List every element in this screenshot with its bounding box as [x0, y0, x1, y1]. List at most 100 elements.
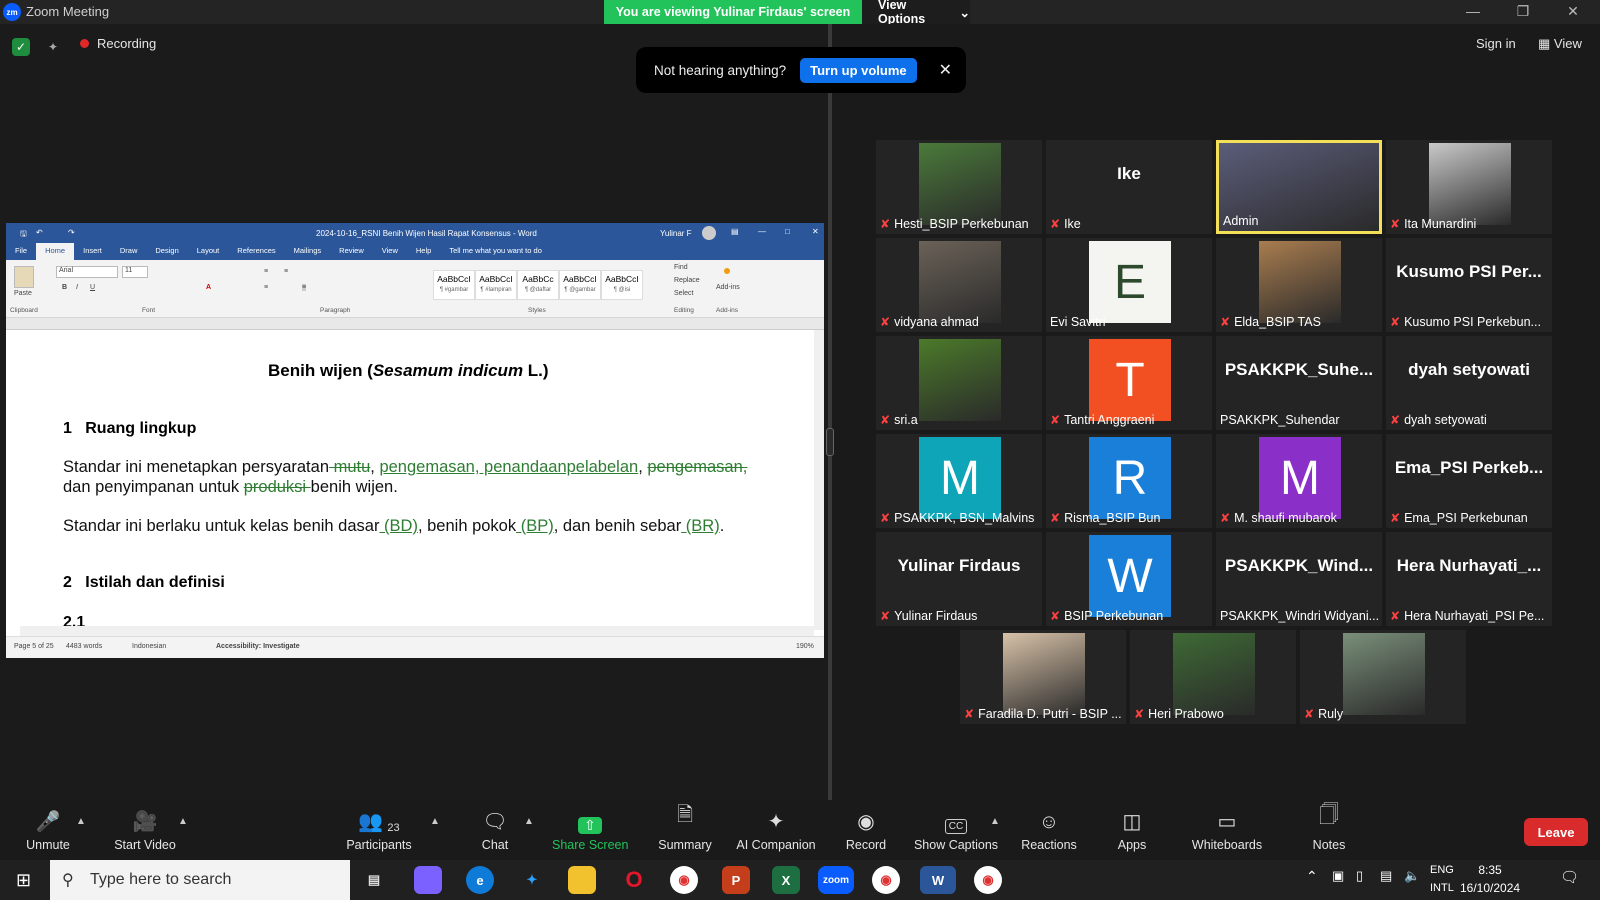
- style-isi[interactable]: AaBbCcI ¶ @isi: [601, 270, 643, 300]
- whiteboards-button[interactable]: ▭ Whiteboards: [1190, 808, 1264, 852]
- split-divider[interactable]: [828, 24, 832, 800]
- font-size-field[interactable]: 11: [122, 266, 148, 278]
- summary-button[interactable]: 🗎 Summary: [656, 804, 714, 852]
- leave-button[interactable]: Leave: [1524, 818, 1588, 846]
- notifications-icon[interactable]: 🗨: [1560, 868, 1579, 886]
- participant-tile[interactable]: Ike ✘ Ike: [1046, 140, 1212, 234]
- page-count[interactable]: Page 5 of 25: [14, 643, 54, 650]
- word-minimize-icon[interactable]: —: [758, 227, 766, 236]
- horizontal-scrollbar[interactable]: [20, 626, 814, 636]
- apps-button[interactable]: ◫ Apps: [1114, 808, 1150, 852]
- word-user-name[interactable]: Yulinar F: [660, 229, 692, 238]
- participant-tile[interactable]: M ✘ PSAKKPK, BSN_Malvins: [876, 434, 1042, 528]
- language-status[interactable]: Indonesian: [132, 643, 166, 650]
- chat-button[interactable]: 🗨 Chat: [480, 808, 510, 852]
- close-toast-icon[interactable]: ✕: [939, 60, 952, 80]
- minimize-icon[interactable]: —: [1463, 3, 1483, 19]
- chrome-icon-2[interactable]: ◉: [872, 866, 900, 894]
- notes-button[interactable]: 🗍 Notes: [1310, 804, 1348, 852]
- participant-tile[interactable]: ✘ Heri Prabowo: [1130, 630, 1296, 724]
- style-lampiran[interactable]: AaBbCcI ¶ #lampiran: [475, 270, 517, 300]
- participant-tile[interactable]: M ✘ M. shaufi mubarok: [1216, 434, 1382, 528]
- horizontal-ruler[interactable]: [6, 318, 824, 330]
- participant-tile[interactable]: R ✘ Risma_BSIP Bun: [1046, 434, 1212, 528]
- redo-icon[interactable]: ↷: [68, 228, 75, 237]
- feather-app-icon[interactable]: ✦: [518, 866, 546, 894]
- camera-tray-icon[interactable]: ▣: [1332, 868, 1344, 884]
- word-user-avatar[interactable]: [702, 226, 716, 240]
- recording-indicator[interactable]: Recording: [80, 36, 156, 51]
- italic-button[interactable]: I: [76, 284, 78, 291]
- captions-caret-icon[interactable]: ▲: [990, 816, 1000, 827]
- ai-companion-button[interactable]: ✦ AI Companion: [734, 808, 818, 852]
- word-count[interactable]: 4483 words: [66, 643, 102, 650]
- numbering-icon[interactable]: ≡: [284, 268, 288, 275]
- opera-icon[interactable]: O: [620, 866, 648, 894]
- split-handle[interactable]: [826, 428, 834, 456]
- tray-chevron-icon[interactable]: ⌃: [1306, 868, 1318, 885]
- paste-icon[interactable]: [14, 266, 34, 288]
- addins-icon[interactable]: [724, 268, 730, 274]
- tab-view[interactable]: View: [373, 243, 407, 260]
- chrome-icon-1[interactable]: ◉: [670, 866, 698, 894]
- tab-layout[interactable]: Layout: [188, 243, 229, 260]
- share-screen-button[interactable]: ⇧ Share Screen: [552, 808, 628, 852]
- powerpoint-icon[interactable]: P: [722, 866, 750, 894]
- word-close-icon[interactable]: ✕: [812, 227, 819, 236]
- replace-button[interactable]: Replace: [674, 277, 700, 284]
- tab-mailings[interactable]: Mailings: [285, 243, 331, 260]
- volume-icon[interactable]: 🔈: [1404, 868, 1420, 884]
- input-language[interactable]: ENG INTL: [1430, 861, 1454, 897]
- accessibility-status[interactable]: Accessibility: Investigate: [216, 643, 300, 650]
- tab-review[interactable]: Review: [330, 243, 373, 260]
- network-icon[interactable]: ▤: [1380, 868, 1392, 884]
- bullets-icon[interactable]: ≡: [264, 268, 268, 275]
- excel-icon[interactable]: X: [772, 866, 800, 894]
- vertical-scrollbar[interactable]: [814, 330, 824, 630]
- tab-references[interactable]: References: [228, 243, 284, 260]
- participant-tile[interactable]: Ema_PSI Perkeb... ✘ Ema_PSI Perkebunan: [1386, 434, 1552, 528]
- word-maximize-icon[interactable]: □: [785, 227, 790, 236]
- start-video-button[interactable]: 🎥 Start Video: [112, 808, 178, 852]
- sign-in-button[interactable]: Sign in: [1476, 36, 1516, 51]
- audio-options-caret-icon[interactable]: ▲: [76, 816, 86, 827]
- word-taskbar-icon[interactable]: W: [920, 866, 956, 894]
- save-icon[interactable]: 🖫: [20, 228, 27, 242]
- justify-icon[interactable]: ≡: [302, 284, 307, 291]
- participant-tile[interactable]: ✘ Hesti_BSIP Perkebunan: [876, 140, 1042, 234]
- file-explorer-icon[interactable]: [568, 866, 596, 894]
- unmute-button[interactable]: 🎤 Unmute: [22, 808, 74, 852]
- participant-tile[interactable]: Hera Nurhayati_... ✘ Hera Nurhayati_PSI Pe…: [1386, 532, 1552, 626]
- style-gambar[interactable]: AaBbCcI ¶ #gambar: [433, 270, 475, 300]
- video-options-caret-icon[interactable]: ▲: [178, 816, 188, 827]
- view-button[interactable]: ▦ View: [1538, 36, 1582, 52]
- select-button[interactable]: Select: [674, 290, 693, 297]
- zoom-taskbar-icon[interactable]: zoom: [818, 866, 854, 894]
- participants-caret-icon[interactable]: ▲: [430, 816, 440, 827]
- bold-button[interactable]: B: [62, 284, 67, 291]
- participant-tile[interactable]: ✘ vidyana ahmad: [876, 238, 1042, 332]
- style-daftar[interactable]: AaBbCc ¶ @daftar: [517, 270, 559, 300]
- show-captions-button[interactable]: CC Show Captions: [912, 808, 1000, 852]
- tab-file[interactable]: File: [6, 243, 36, 260]
- participant-tile[interactable]: ✘ Faradila D. Putri - BSIP ...: [960, 630, 1126, 724]
- participant-tile[interactable]: ✘ sri.a: [876, 336, 1042, 430]
- edge-icon[interactable]: e: [466, 866, 494, 894]
- chrome-icon-3[interactable]: ◉: [974, 866, 1002, 894]
- ribbon-display-icon[interactable]: ▤: [731, 227, 739, 236]
- participant-tile[interactable]: Yulinar Firdaus ✘ Yulinar Firdaus: [876, 532, 1042, 626]
- sparkle-icon[interactable]: ✦: [44, 38, 62, 56]
- font-name-field[interactable]: Arial: [56, 266, 118, 278]
- reactions-button[interactable]: ☺ Reactions: [1020, 808, 1078, 852]
- participant-tile[interactable]: ✘ Ita Munardini: [1386, 140, 1552, 234]
- font-color-button[interactable]: A: [206, 284, 211, 291]
- participant-tile[interactable]: dyah setyowati ✘ dyah setyowati: [1386, 336, 1552, 430]
- align-left-icon[interactable]: ≡: [264, 284, 268, 291]
- tab-draw[interactable]: Draw: [111, 243, 147, 260]
- participant-tile[interactable]: PSAKKPK_Wind... PSAKKPK_Windri Widyani...: [1216, 532, 1382, 626]
- participant-tile[interactable]: Kusumo PSI Per... ✘ Kusumo PSI Perkebun...: [1386, 238, 1552, 332]
- participant-tile[interactable]: W ✘ BSIP Perkebunan: [1046, 532, 1212, 626]
- task-view-icon[interactable]: ▤: [360, 866, 388, 894]
- restore-icon[interactable]: ❐: [1513, 3, 1533, 20]
- windows-start-icon[interactable]: ⊞: [16, 870, 31, 891]
